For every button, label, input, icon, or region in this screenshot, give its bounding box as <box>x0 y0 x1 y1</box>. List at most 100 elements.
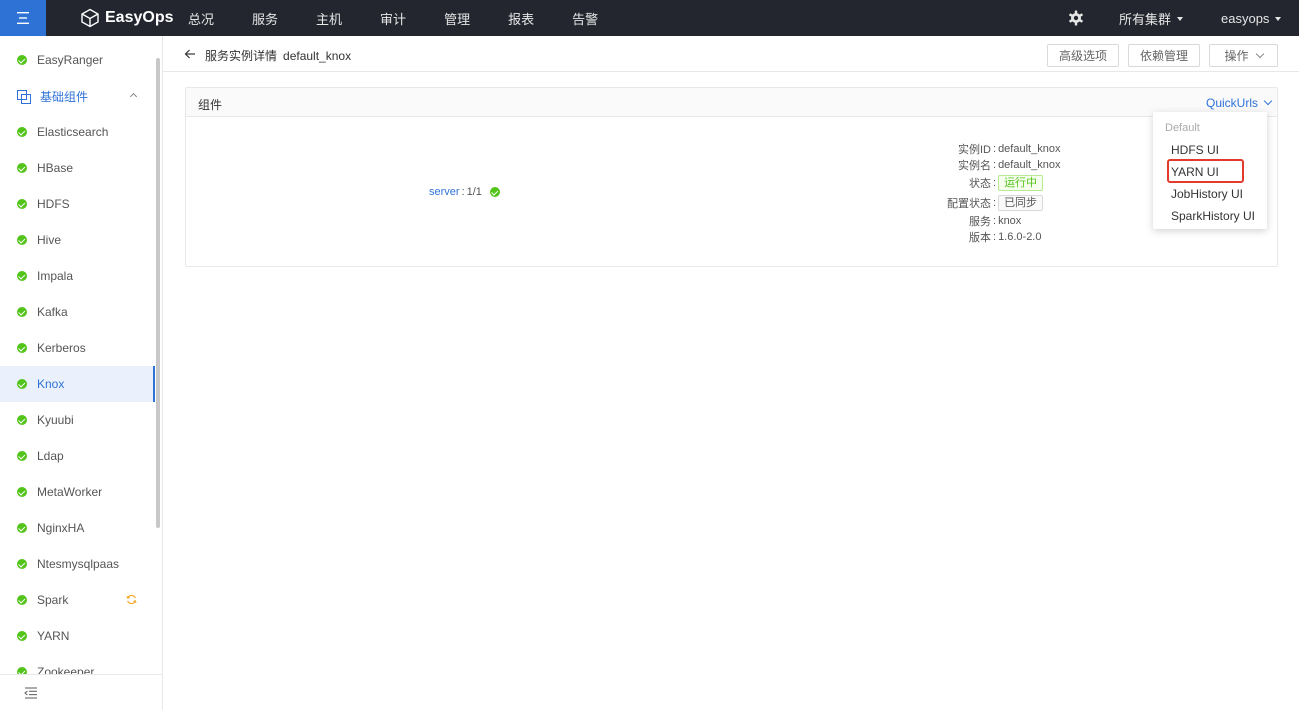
sidebar-item-label: Hive <box>37 233 62 247</box>
logo[interactable]: EasyOps <box>80 0 173 36</box>
check-circle-icon <box>17 343 27 353</box>
info-separator: : <box>993 215 997 227</box>
breadcrumb: 服务实例详情 default_knox <box>205 47 351 64</box>
advanced-options-button[interactable]: 高级选项 <box>1047 44 1119 67</box>
sidebar-item-ldap[interactable]: Ldap <box>0 438 155 474</box>
sidebar-item-label: YARN <box>37 629 70 643</box>
info-separator: : <box>993 197 997 209</box>
check-circle-icon <box>17 595 27 605</box>
info-label: 实例名 <box>958 160 991 172</box>
info-label: 状态 <box>969 178 991 190</box>
page-header: 服务实例详情 default_knox 高级选项 依赖管理 操作 <box>163 36 1299 72</box>
sidebar-scrollbar[interactable] <box>156 58 160 528</box>
check-circle-icon <box>17 415 27 425</box>
nav-item-services[interactable]: 服务 <box>252 9 278 28</box>
sidebar-item-hbase[interactable]: HBase <box>0 150 155 186</box>
menu-item-jobhistory-ui[interactable]: JobHistory UI <box>1171 187 1243 201</box>
info-label: 实例ID <box>958 144 991 156</box>
nav-item-audit[interactable]: 审计 <box>380 9 406 28</box>
sidebar-item-label: Impala <box>37 269 74 283</box>
nav-item-manage[interactable]: 管理 <box>444 9 470 28</box>
server-component: server : 1/1 <box>429 186 500 198</box>
sidebar-item-knox[interactable]: Knox <box>0 366 155 402</box>
nav-item-reports[interactable]: 报表 <box>508 9 534 28</box>
sidebar: EasyRanger 基础组件 Elasticsearch HBase HDFS Hive… <box>0 36 163 710</box>
menu-item-sparkhistory-ui[interactable]: SparkHistory UI <box>1171 209 1255 223</box>
sidebar-item-spark[interactable]: Spark <box>0 582 155 618</box>
info-value: knox <box>998 215 1022 227</box>
check-circle-icon <box>17 199 27 209</box>
sidebar-item-elasticsearch[interactable]: Elasticsearch <box>0 114 155 150</box>
sidebar-item-label: Ldap <box>37 449 64 463</box>
info-separator: : <box>993 231 997 243</box>
sidebar-item-label: Elasticsearch <box>37 125 109 139</box>
logo-text: EasyOps <box>105 9 174 26</box>
info-separator: : <box>993 143 997 155</box>
nav-item-hosts[interactable]: 主机 <box>316 9 342 28</box>
dependency-manage-label: 依赖管理 <box>1139 49 1188 63</box>
check-circle-icon <box>17 127 27 137</box>
check-circle-icon <box>17 559 27 569</box>
sidebar-item-yarn[interactable]: YARN <box>0 618 155 654</box>
component-card: 组件 QuickUrls server : 1/1 实例ID: default_k… <box>185 87 1278 267</box>
top-navbar: EasyOps 总况 服务 主机 审计 管理 报表 告警 所有集群 easyop… <box>0 0 1299 36</box>
components-icon <box>17 89 31 104</box>
card-header: 组件 QuickUrls <box>186 88 1277 117</box>
sidebar-item-impala[interactable]: Impala <box>0 258 155 294</box>
sidebar-item-nginxha[interactable]: NginxHA <box>0 510 155 546</box>
sidebar-item-label: Spark <box>37 593 69 607</box>
sidebar-item-ntesmysqlpaas[interactable]: Ntesmysqlpaas <box>0 546 155 582</box>
info-row-status: 状态: 运行中 <box>906 173 1060 193</box>
advanced-options-label: 高级选项 <box>1058 49 1107 63</box>
sidebar-item-label: MetaWorker <box>37 485 103 499</box>
collapse-sidebar-button[interactable] <box>0 674 162 710</box>
sidebar-item-kyuubi[interactable]: Kyuubi <box>0 402 155 438</box>
nav-item-overview[interactable]: 总况 <box>188 9 214 28</box>
sync-icon <box>126 594 137 605</box>
info-label: 配置状态 <box>947 198 991 210</box>
chevron-up-icon[interactable] <box>129 92 138 101</box>
highlight-box <box>1167 159 1244 183</box>
info-row-service: 服务: knox <box>906 213 1060 229</box>
main-nav: 总况 服务 主机 审计 管理 报表 告警 <box>188 0 636 36</box>
menu-group-header: Default <box>1165 122 1200 134</box>
nav-item-alerts[interactable]: 告警 <box>572 9 598 28</box>
menu-button[interactable] <box>0 0 46 36</box>
sidebar-group-basic-components[interactable]: 基础组件 <box>0 78 155 114</box>
instance-name: default_knox <box>283 49 352 63</box>
sidebar-item-label: Kerberos <box>37 341 86 355</box>
info-value: 1.6.0-2.0 <box>998 231 1042 243</box>
back-arrow-icon[interactable] <box>184 48 196 60</box>
quickurls-dropdown[interactable]: QuickUrls <box>1206 96 1273 110</box>
check-circle-icon <box>17 523 27 533</box>
cluster-selector[interactable]: 所有集群 <box>1119 0 1184 36</box>
operations-button[interactable]: 操作 <box>1209 44 1278 67</box>
check-circle-icon <box>17 487 27 497</box>
dependency-manage-button[interactable]: 依赖管理 <box>1128 44 1200 67</box>
sidebar-item-hive[interactable]: Hive <box>0 222 155 258</box>
info-separator: : <box>993 177 997 189</box>
info-value: default_knox <box>998 159 1061 171</box>
sidebar-item-kafka[interactable]: Kafka <box>0 294 155 330</box>
info-row-id: 实例ID: default_knox <box>906 141 1060 157</box>
check-circle-icon <box>17 379 27 389</box>
check-circle-icon <box>17 631 27 641</box>
instance-info: 实例ID: default_knox 实例名: default_knox 状态: 运行… <box>906 141 1060 245</box>
menu-item-hdfs-ui[interactable]: HDFS UI <box>1171 143 1219 157</box>
cluster-label: 所有集群 <box>1119 11 1172 27</box>
gear-icon[interactable] <box>1068 10 1084 26</box>
sidebar-item-kerberos[interactable]: Kerberos <box>0 330 155 366</box>
collapse-sidebar-icon <box>24 686 37 699</box>
user-menu[interactable]: easyops <box>1221 0 1282 36</box>
sidebar-item-hdfs[interactable]: HDFS <box>0 186 155 222</box>
server-separator: : <box>461 186 465 198</box>
caret-down-icon <box>1275 17 1282 21</box>
sidebar-item-easyranger[interactable]: EasyRanger <box>0 42 155 78</box>
check-circle-icon <box>17 55 27 65</box>
sidebar-item-label: 基础组件 <box>40 89 89 104</box>
sidebar-item-label: Kafka <box>37 305 68 319</box>
caret-down-icon <box>1177 17 1184 21</box>
page-title: 服务实例详情 <box>205 49 278 63</box>
server-link[interactable]: server <box>429 186 460 198</box>
sidebar-item-metaworker[interactable]: MetaWorker <box>0 474 155 510</box>
